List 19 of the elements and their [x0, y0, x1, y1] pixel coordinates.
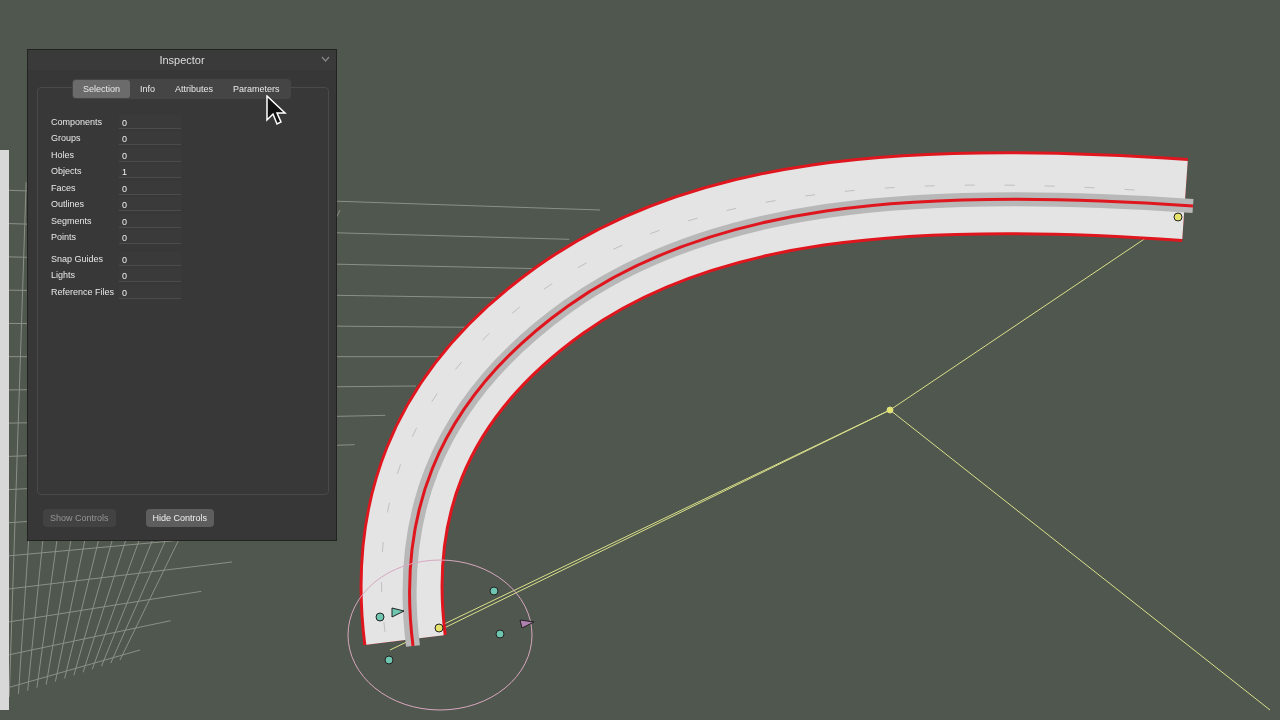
tab[interactable]: Attributes [165, 80, 224, 98]
field-label: Reference Files [51, 286, 116, 297]
field-label: Groups [51, 133, 82, 144]
field-label: Holes [51, 149, 75, 160]
field-label: Outlines [51, 199, 86, 210]
controls-button[interactable]: Hide Controls [145, 508, 215, 527]
field-label: Lights [51, 270, 77, 281]
tab[interactable]: Info [130, 80, 166, 98]
tab[interactable]: Parameters [223, 80, 290, 98]
mouse-pointer-icon [266, 95, 288, 127]
window-title: Inspector [159, 54, 205, 66]
field-label: Objects [51, 166, 83, 177]
field-label: Segments [51, 215, 93, 226]
field-label: Snap Guides [51, 253, 105, 264]
tab[interactable]: Selection [73, 80, 131, 98]
field-label: Faces [51, 182, 77, 193]
chevron-icon[interactable] [321, 56, 330, 62]
field-label: Points [51, 232, 77, 243]
field-label: Components [51, 116, 104, 127]
